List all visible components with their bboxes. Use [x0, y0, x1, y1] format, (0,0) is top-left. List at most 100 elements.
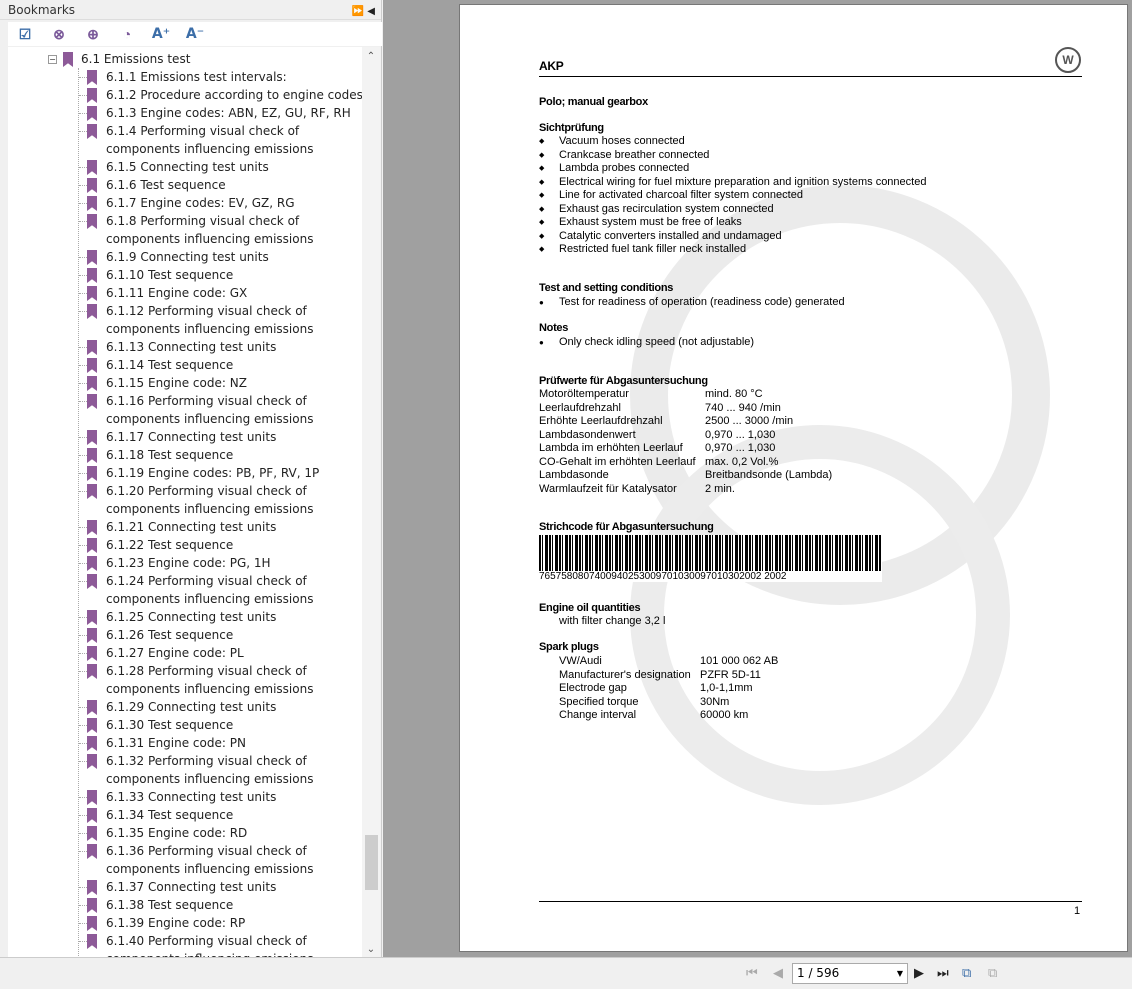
decrease-font-icon[interactable]: A⁻: [178, 26, 212, 42]
bookmark-item[interactable]: 6.1.18 Test sequence: [79, 446, 362, 464]
first-page-icon[interactable]: ⏮: [746, 965, 758, 981]
row-label: Warmlaufzeit für Katalysator: [539, 482, 677, 495]
previous-view-icon[interactable]: ⧉: [962, 965, 971, 981]
bookmark-label: 6.1.21 Connecting test units: [106, 520, 277, 534]
increase-font-icon[interactable]: A⁺: [144, 26, 178, 42]
bookmark-label: 6.1.12 Performing visual check of compon…: [106, 304, 314, 336]
bookmark-item[interactable]: 6.1.28 Performing visual check of compon…: [79, 662, 362, 698]
scroll-down-icon[interactable]: ⌄: [362, 944, 380, 955]
vw-logo: W: [1055, 47, 1081, 73]
scroll-thumb[interactable]: [365, 835, 378, 890]
bookmark-item[interactable]: 6.1.35 Engine code: RD: [79, 824, 362, 842]
prev-page-icon[interactable]: ◀: [773, 965, 783, 981]
barcode: [539, 535, 882, 572]
last-page-icon[interactable]: ⏭: [937, 965, 949, 981]
bookmark-label: 6.1 Emissions test: [81, 52, 191, 66]
bookmark-scrollbar[interactable]: ⌃ ⌄: [362, 47, 380, 957]
doc-title: AKP: [539, 59, 564, 73]
scroll-up-icon[interactable]: ⌃: [362, 51, 380, 62]
next-view-icon[interactable]: ⧉: [988, 965, 997, 981]
bookmark-item[interactable]: 6.1.12 Performing visual check of compon…: [79, 302, 362, 338]
bookmark-item[interactable]: 6.1.31 Engine code: PN: [79, 734, 362, 752]
bookmark-item[interactable]: 6.1.2 Procedure according to engine code…: [79, 86, 362, 104]
bookmark-label: 6.1.13 Connecting test units: [106, 340, 277, 354]
add-bookmark-icon[interactable]: ⊕: [76, 26, 110, 43]
bookmark-item[interactable]: 6.1.39 Engine code: RP: [79, 914, 362, 932]
bookmark-item[interactable]: 6.1.5 Connecting test units: [79, 158, 362, 176]
bookmark-item[interactable]: 6.1.36 Performing visual check of compon…: [79, 842, 362, 878]
bookmark-icon: [87, 646, 97, 661]
bookmark-item[interactable]: 6.1.40 Performing visual check of compon…: [79, 932, 362, 957]
table-row: Manufacturer's designation PZFR 5D-11: [559, 669, 778, 683]
bookmark-item[interactable]: 6.1.21 Connecting test units: [79, 518, 362, 536]
bookmark-icon: [87, 286, 97, 301]
bookmark-root[interactable]: − 6.1 Emissions test: [48, 50, 190, 68]
row-label: Motoröltemperatur: [539, 388, 629, 400]
bookmark-item[interactable]: 6.1.7 Engine codes: EV, GZ, RG: [79, 194, 362, 212]
bookmark-item[interactable]: 6.1.34 Test sequence: [79, 806, 362, 824]
collapse-toggle-icon[interactable]: −: [48, 55, 57, 64]
bookmark-item[interactable]: 6.1.10 Test sequence: [79, 266, 362, 284]
bookmark-item[interactable]: 6.1.33 Connecting test units: [79, 788, 362, 806]
bookmark-label: 6.1.36 Performing visual check of compon…: [106, 844, 314, 876]
bookmark-item[interactable]: 6.1.14 Test sequence: [79, 356, 362, 374]
bookmark-item[interactable]: 6.1.23 Engine code: PG, 1H: [79, 554, 362, 572]
table-row: Specified torque 30Nm: [559, 696, 778, 710]
bookmark-item[interactable]: 6.1.11 Engine code: GX: [79, 284, 362, 302]
bookmark-icon: [87, 268, 97, 283]
bookmark-item[interactable]: 6.1.37 Connecting test units: [79, 878, 362, 896]
bookmark-item[interactable]: 6.1.20 Performing visual check of compon…: [79, 482, 362, 518]
bookmark-icon: [87, 484, 97, 499]
table-row: VW/Audi 101 000 062 AB: [559, 655, 778, 669]
bookmark-item[interactable]: 6.1.4 Performing visual check of compone…: [79, 122, 362, 158]
bookmark-icon: [87, 538, 97, 553]
bookmark-item[interactable]: 6.1.32 Performing visual check of compon…: [79, 752, 362, 788]
bookmark-item[interactable]: 6.1.25 Connecting test units: [79, 608, 362, 626]
list-item: Test for readiness of operation (readine…: [539, 296, 845, 310]
bookmark-icon: [87, 214, 97, 229]
bookmark-label: 6.1.24 Performing visual check of compon…: [106, 574, 314, 606]
bookmark-item[interactable]: 6.1.26 Test sequence: [79, 626, 362, 644]
row-value: mind. 80 °C: [705, 388, 763, 400]
bookmark-item[interactable]: 6.1.24 Performing visual check of compon…: [79, 572, 362, 608]
list-item: Exhaust gas recirculation system connect…: [539, 203, 926, 217]
bookmark-item[interactable]: 6.1.38 Test sequence: [79, 896, 362, 914]
row-label: Lambdasondenwert: [539, 428, 636, 441]
bookmark-icon: [87, 556, 97, 571]
bookmark-label: 6.1.35 Engine code: RD: [106, 826, 248, 840]
page-selector[interactable]: 1 / 596 ▼: [792, 963, 908, 984]
table-row: Lambda im erhöhten Leerlauf 0,970 ... 1,0…: [539, 442, 832, 456]
bookmark-item[interactable]: 6.1.6 Test sequence: [79, 176, 362, 194]
bookmark-item[interactable]: 6.1.30 Test sequence: [79, 716, 362, 734]
bookmark-item[interactable]: 6.1.16 Performing visual check of compon…: [79, 392, 362, 428]
bookmark-item[interactable]: 6.1.17 Connecting test units: [79, 428, 362, 446]
bookmark-icon: [87, 106, 97, 121]
goto-bookmark-icon[interactable]: ◔: [110, 26, 144, 42]
bookmark-item[interactable]: 6.1.3 Engine codes: ABN, EZ, GU, RF, RH: [79, 104, 362, 122]
navigation-bar: ⏮ ◀ 1 / 596 ▼ ▶ ⏭ ⧉ ⧉: [0, 957, 1132, 989]
bookmark-icon: [87, 880, 97, 895]
next-page-icon[interactable]: ▶: [914, 965, 924, 981]
row-label: Specified torque: [559, 695, 639, 708]
bookmark-item[interactable]: 6.1.22 Test sequence: [79, 536, 362, 554]
bookmark-item[interactable]: 6.1.13 Connecting test units: [79, 338, 362, 356]
bookmark-item[interactable]: 6.1.8 Performing visual check of compone…: [79, 212, 362, 248]
bookmark-label: 6.1.23 Engine code: PG, 1H: [106, 556, 271, 570]
bookmark-label: 6.1.15 Engine code: NZ: [106, 376, 247, 390]
section-heading: Spark plugs: [539, 641, 599, 653]
bookmark-item[interactable]: 6.1.15 Engine code: NZ: [79, 374, 362, 392]
bookmark-item[interactable]: 6.1.19 Engine codes: PB, PF, RV, 1P: [79, 464, 362, 482]
list-item: Vacuum hoses connected: [539, 135, 926, 149]
bookmark-item[interactable]: 6.1.1 Emissions test intervals:: [79, 68, 362, 86]
bookmark-label: 6.1.34 Test sequence: [106, 808, 234, 822]
bookmark-item[interactable]: 6.1.9 Connecting test units: [79, 248, 362, 266]
delete-bookmark-icon[interactable]: ⊗: [42, 26, 76, 43]
bookmark-icon: [87, 304, 97, 319]
panel-collapse-icon[interactable]: ⏩ ◀: [352, 2, 375, 22]
expand-options-icon[interactable]: ☑: [8, 26, 42, 43]
bookmark-icon: [87, 628, 97, 643]
row-label: Lambdasonde: [539, 469, 609, 481]
bookmark-item[interactable]: 6.1.29 Connecting test units: [79, 698, 362, 716]
list-item: Exhaust system must be free of leaks: [539, 216, 926, 230]
bookmark-item[interactable]: 6.1.27 Engine code: PL: [79, 644, 362, 662]
